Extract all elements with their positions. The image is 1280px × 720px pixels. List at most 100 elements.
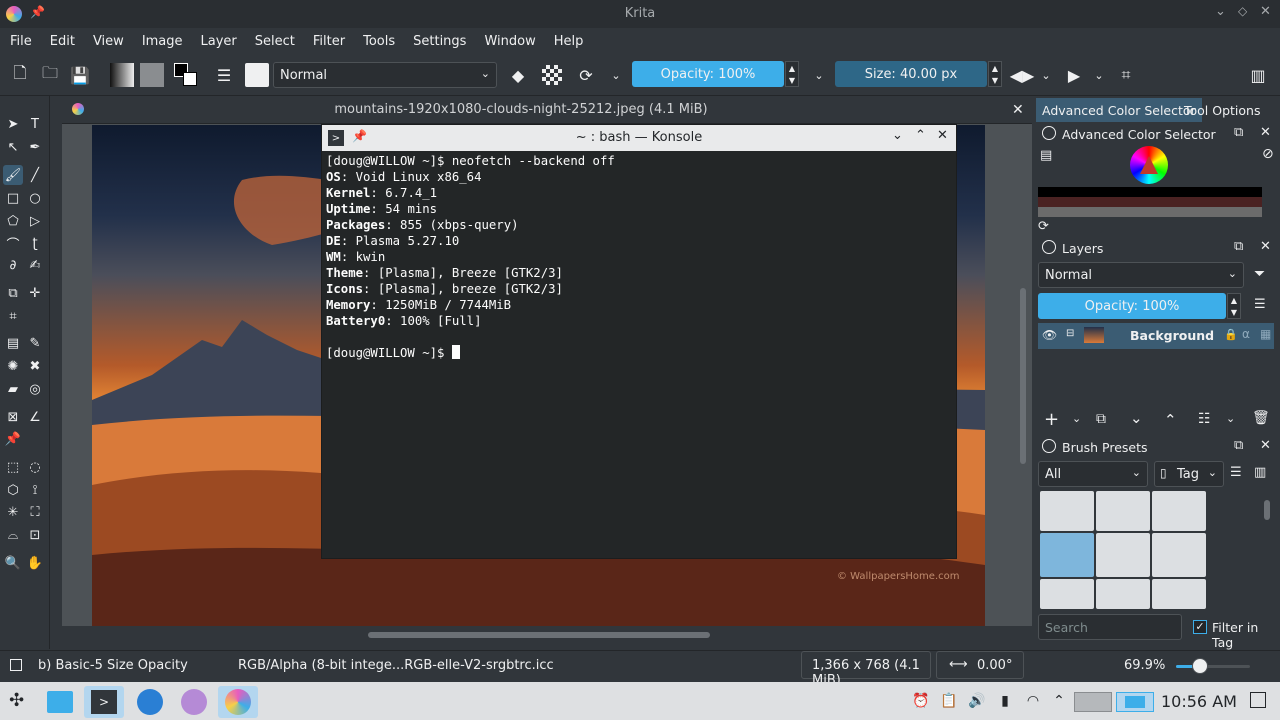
move-tool-icon[interactable]: ✛ bbox=[25, 283, 45, 303]
size-spinner[interactable]: ▲ ▼ bbox=[988, 61, 1002, 87]
presets-scrollbar[interactable] bbox=[1264, 500, 1270, 520]
workspace-icon[interactable]: ▥ bbox=[1248, 65, 1268, 85]
wifi-icon[interactable]: ◠ bbox=[1024, 692, 1042, 710]
brush-view-menu-icon[interactable]: ☰ bbox=[1230, 465, 1242, 480]
menu-image[interactable]: Image bbox=[136, 34, 189, 49]
layer-opacity-slider[interactable]: Opacity: 100% bbox=[1038, 293, 1226, 319]
menu-edit[interactable]: Edit bbox=[44, 34, 81, 49]
menu-file[interactable]: File bbox=[4, 34, 38, 49]
visibility-eye-icon[interactable]: 👁 bbox=[1042, 328, 1057, 342]
fill-tool-icon[interactable]: ▰ bbox=[3, 379, 23, 399]
transform-tool-icon[interactable]: ⧉ bbox=[3, 283, 23, 303]
taskbar-krita[interactable] bbox=[218, 686, 258, 718]
alpha-icon[interactable]: α bbox=[1242, 327, 1250, 341]
brush-preset-item[interactable] bbox=[1096, 533, 1150, 577]
move-layer-down-icon[interactable]: ⌄ bbox=[1130, 409, 1143, 427]
float-panel-icon[interactable]: ⧉ bbox=[1234, 125, 1243, 140]
add-layer-icon[interactable]: + bbox=[1044, 409, 1059, 430]
taskbar-file-manager[interactable] bbox=[40, 686, 80, 718]
mirror-vertical-icon[interactable]: ▶ bbox=[1064, 65, 1084, 85]
volume-icon[interactable]: 🔊 bbox=[968, 692, 986, 710]
gradient-swatch-icon[interactable] bbox=[110, 63, 134, 87]
float-panel-icon[interactable]: ⧉ bbox=[1234, 239, 1243, 254]
notifications-icon[interactable]: ⏰ bbox=[912, 692, 930, 710]
filter-in-tag-checkbox[interactable]: ✓ bbox=[1193, 620, 1207, 634]
brush-preset-item[interactable] bbox=[1152, 491, 1206, 531]
brush-search-input[interactable]: Search bbox=[1038, 614, 1182, 640]
similar-select-icon[interactable]: ⛶ bbox=[25, 502, 45, 522]
colorize-mask-icon[interactable]: ✺ bbox=[3, 356, 23, 376]
crop-tool-icon[interactable]: ⌗ bbox=[3, 306, 23, 326]
brush-preset-icon[interactable] bbox=[245, 63, 269, 87]
brush-settings-icon[interactable]: ☰ bbox=[214, 65, 234, 85]
minimize-icon[interactable]: ⌄ bbox=[1215, 4, 1226, 19]
zoom-slider-handle[interactable] bbox=[1192, 658, 1208, 674]
minimize-icon[interactable]: ⌄ bbox=[892, 128, 903, 143]
lock-icon[interactable] bbox=[1042, 126, 1056, 140]
tray-expand-icon[interactable]: ⌃ bbox=[1050, 692, 1068, 710]
fg-bg-color-icon[interactable] bbox=[174, 63, 198, 87]
dynamic-brush-icon[interactable]: ∂ bbox=[3, 255, 23, 275]
clipboard-icon[interactable]: 📋 bbox=[940, 692, 958, 710]
chevron-down-icon[interactable]: ⌄ bbox=[1072, 412, 1081, 425]
show-desktop-icon[interactable] bbox=[1250, 692, 1266, 708]
color-picker-icon[interactable]: ✎ bbox=[25, 333, 45, 353]
assistant-tool-icon[interactable]: ⊠ bbox=[3, 407, 23, 427]
tab-advanced-color-selector[interactable]: Advanced Color Selector bbox=[1036, 98, 1202, 122]
bezier-tool-icon[interactable]: ⌒ bbox=[3, 233, 23, 253]
pager-desktop-2[interactable] bbox=[1116, 692, 1154, 712]
rectangle-tool-icon[interactable]: □ bbox=[3, 188, 23, 208]
pager-desktop-1[interactable] bbox=[1074, 692, 1112, 712]
brush-preset-item[interactable] bbox=[1096, 579, 1150, 609]
vertical-scrollbar[interactable] bbox=[1020, 288, 1026, 464]
filter-icon[interactable]: ⏷ bbox=[1254, 266, 1265, 282]
multibrush-icon[interactable]: ✍ bbox=[25, 255, 45, 275]
size-slider[interactable]: Size: 40.00 px bbox=[835, 61, 987, 87]
alpha-lock-icon[interactable] bbox=[542, 65, 562, 85]
horizontal-scrollbar[interactable] bbox=[368, 632, 710, 638]
move-layer-up-icon[interactable]: ⌃ bbox=[1164, 411, 1177, 429]
inherit-alpha-icon[interactable]: ▦ bbox=[1260, 327, 1271, 341]
maximize-icon[interactable]: ◇ bbox=[1238, 4, 1247, 18]
freehand-path-icon[interactable]: ʈ bbox=[25, 233, 45, 253]
crop-icon[interactable]: ⌗ bbox=[1116, 65, 1136, 85]
color-history-strip[interactable] bbox=[1038, 187, 1262, 217]
enclose-fill-icon[interactable]: ◎ bbox=[25, 379, 45, 399]
save-icon[interactable]: 💾 bbox=[70, 65, 90, 85]
refresh-icon[interactable]: ⟳ bbox=[1038, 219, 1049, 234]
layer-properties-icon[interactable]: ☷ bbox=[1198, 411, 1211, 427]
chevron-down-icon[interactable]: ⌄ bbox=[1089, 65, 1109, 85]
brush-filter-select[interactable]: All ⌄ bbox=[1038, 461, 1148, 487]
opacity-spinner[interactable]: ▲ ▼ bbox=[785, 61, 799, 87]
measure-tool-icon[interactable]: ∠ bbox=[25, 407, 45, 427]
line-tool-icon[interactable]: ╱ bbox=[25, 165, 45, 185]
layer-collapse-icon[interactable]: ⊟ bbox=[1066, 328, 1074, 339]
eraser-icon[interactable]: ◆ bbox=[508, 65, 528, 85]
brush-preset-item-selected[interactable] bbox=[1040, 533, 1094, 577]
lock-icon[interactable] bbox=[1042, 439, 1056, 453]
polyline-tool-icon[interactable]: ▷ bbox=[25, 211, 45, 231]
opacity-slider[interactable]: Opacity: 100% bbox=[632, 61, 784, 87]
brush-preset-item[interactable] bbox=[1152, 579, 1206, 609]
chevron-down-icon[interactable]: ⌄ bbox=[1226, 412, 1235, 425]
select-shapes-icon[interactable]: ➤ bbox=[3, 114, 23, 134]
konsole-window[interactable]: > 📌 ~ : bash — Konsole ⌄ ⌃ ✕ [doug@WILLO… bbox=[321, 124, 957, 559]
menu-view[interactable]: View bbox=[87, 34, 130, 49]
menu-window[interactable]: Window bbox=[478, 34, 541, 49]
magnetic-select-icon[interactable]: ⊡ bbox=[25, 525, 45, 545]
blend-mode-select[interactable]: Normal ⌄ bbox=[273, 62, 497, 88]
zoom-tool-icon[interactable]: 🔍 bbox=[3, 553, 23, 573]
mirror-horizontal-icon[interactable]: ◀▶ bbox=[1010, 65, 1035, 85]
text-tool-icon[interactable]: T bbox=[25, 114, 45, 134]
taskbar-bird-app[interactable] bbox=[174, 686, 214, 718]
ellipse-select-icon[interactable]: ◌ bbox=[25, 457, 45, 477]
brush-preset-item[interactable] bbox=[1152, 533, 1206, 577]
chevron-down-icon[interactable]: ⌄ bbox=[606, 65, 626, 85]
menu-help[interactable]: Help bbox=[548, 34, 590, 49]
brush-tag-select[interactable]: ▯ Tag ⌄ bbox=[1154, 461, 1224, 487]
taskbar-konsole[interactable]: > bbox=[84, 686, 124, 718]
edit-shapes-icon[interactable]: ↖ bbox=[3, 137, 23, 157]
calligraphy-icon[interactable]: ✒ bbox=[25, 137, 45, 157]
brush-preset-item[interactable] bbox=[1040, 491, 1094, 531]
delete-layer-icon[interactable]: 🗑 bbox=[1252, 410, 1270, 426]
